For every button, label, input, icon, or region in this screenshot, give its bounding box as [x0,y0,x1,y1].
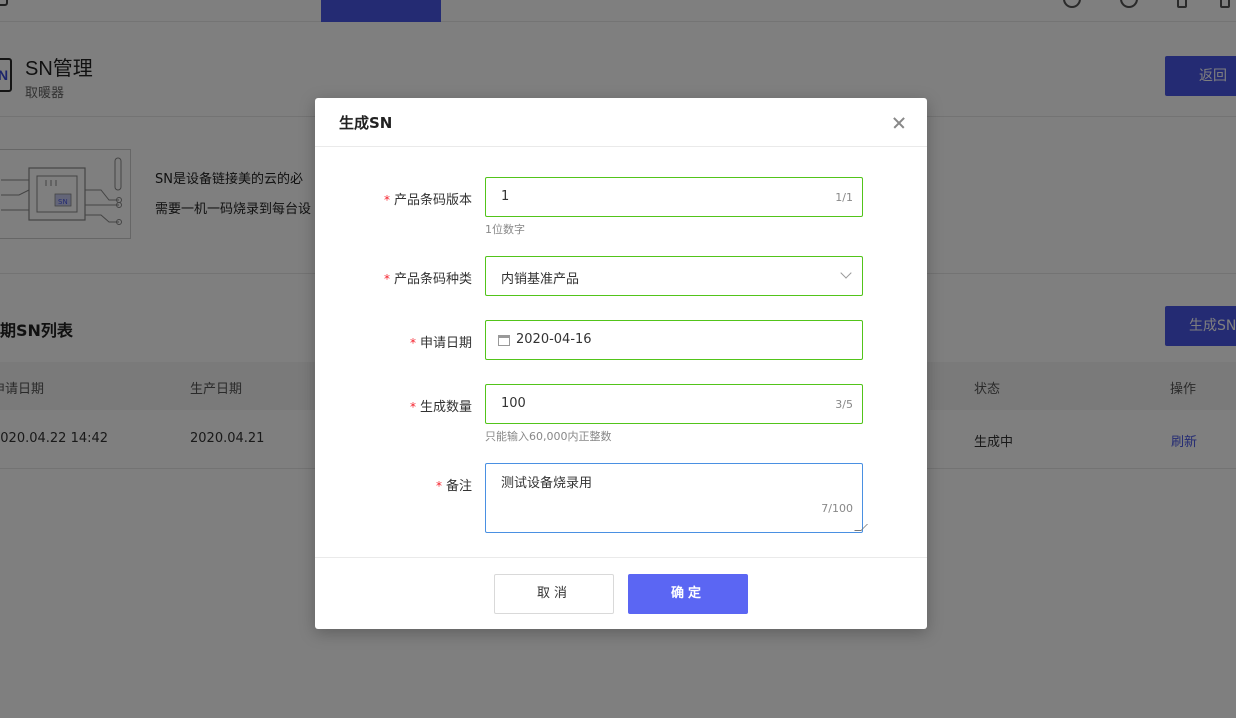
barcode-version-input[interactable]: 1 1/1 [485,177,863,217]
textarea-value: 测试设备烧录用 [501,476,593,491]
date-value: 2020-04-16 [516,332,592,347]
dialog-title: 生成SN [339,114,393,132]
close-icon[interactable] [887,111,911,135]
dialog-header: 生成SN [315,98,927,147]
apply-date-picker[interactable]: 2020-04-16 [485,320,863,360]
input-value: 1 [501,189,510,204]
label-text: 备注 [445,479,472,494]
selected-value: 内销基准产品 [501,272,580,287]
label-barcode-category: * 产品条码种类 [384,268,472,287]
char-counter: 3/5 [835,398,853,411]
quantity-input[interactable]: 100 3/5 [485,384,863,424]
label-text: 生成数量 [419,400,472,415]
quantity-hint: 只能输入60,000内正整数 [485,430,612,443]
barcode-category-select[interactable]: 内销基准产品 [485,256,863,296]
resize-handle-icon[interactable] [854,524,868,531]
chevron-down-icon [840,267,852,279]
generate-sn-dialog: 生成SN * 产品条码版本 1 1/1 1位数字 * 产品条码种类 内销基准产品 *… [315,98,927,629]
label-quantity: * 生成数量 [410,396,472,415]
label-barcode-version: * 产品条码版本 [384,189,472,208]
label-apply-date: * 申请日期 [410,332,472,351]
barcode-version-hint: 1位数字 [485,223,525,236]
label-note: * 备注 [436,475,472,494]
label-text: 产品条码版本 [393,193,472,208]
note-textarea[interactable]: 测试设备烧录用 7/100 [485,463,868,533]
required-mark: * [409,400,416,414]
label-text: 产品条码种类 [393,272,472,287]
calendar-icon [498,335,510,346]
required-mark: * [409,336,416,350]
required-mark: * [435,479,442,493]
cancel-button[interactable]: 取消 [494,574,614,614]
char-counter: 7/100 [821,502,853,515]
dialog-footer: 取消 确定 [315,557,927,629]
char-counter: 1/1 [835,191,853,204]
required-mark: * [383,193,390,207]
required-mark: * [383,272,390,286]
input-value: 100 [501,396,526,411]
label-text: 申请日期 [419,336,472,351]
confirm-button[interactable]: 确定 [628,574,748,614]
